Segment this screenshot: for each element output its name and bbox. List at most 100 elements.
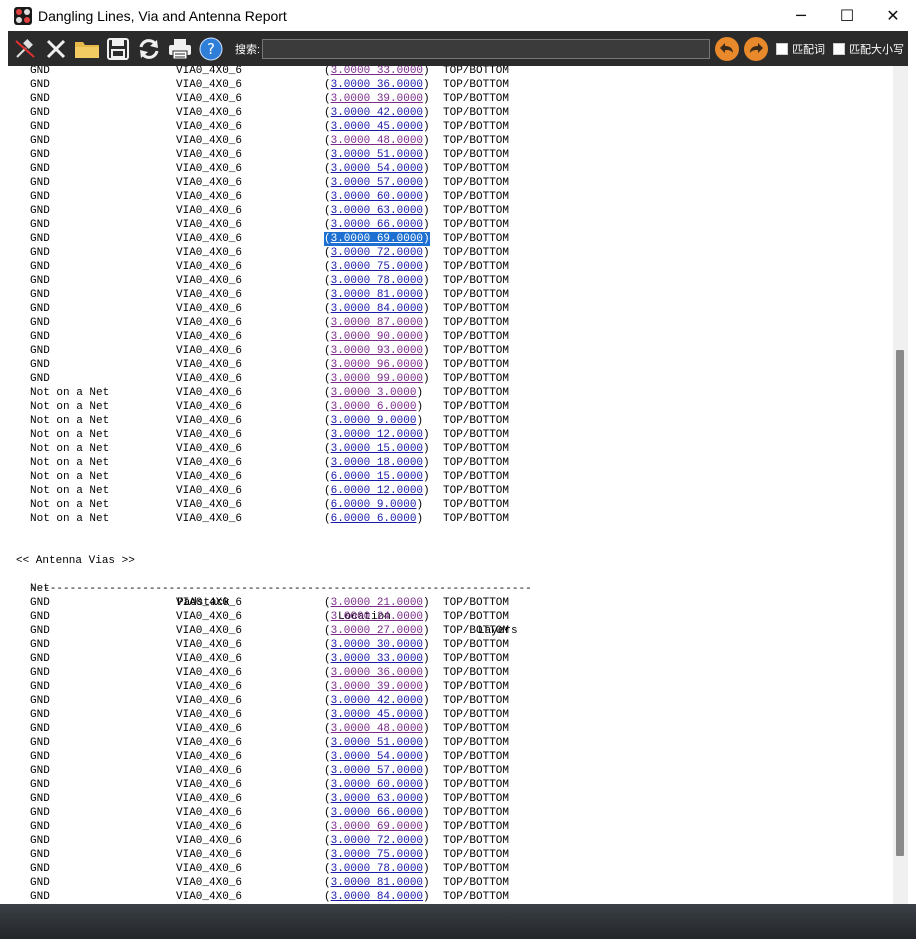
net-cell: GND (30, 849, 50, 861)
table-row: GND VIA0_4X0_6 (3.0000 57.0000) TOP/BOTTOM (8, 764, 893, 778)
minimize-button[interactable]: ─ (778, 0, 824, 31)
location-link[interactable]: 3.0000 66.0000 (331, 807, 423, 819)
location-link[interactable]: 3.0000 21.0000 (331, 597, 423, 609)
back-arrow-icon[interactable] (715, 36, 740, 61)
layers-cell: TOP/BOTTOM (443, 499, 510, 511)
location-cell: (3.0000 99.0000) (324, 373, 430, 385)
location-link[interactable]: 3.0000 45.0000 (331, 709, 423, 721)
layers-cell: TOP/BOTTOM (443, 485, 510, 497)
location-link[interactable]: 3.0000 15.0000 (331, 443, 423, 455)
location-link[interactable]: 3.0000 39.0000 (331, 93, 423, 105)
match-case-checkbox[interactable] (833, 42, 846, 55)
location-link[interactable]: 3.0000 72.0000 (331, 835, 423, 847)
location-link[interactable]: 3.0000 30.0000 (331, 639, 423, 651)
net-cell: GND (30, 877, 50, 889)
location-link[interactable]: 6.0000 15.0000 (331, 471, 423, 483)
location-link[interactable]: 3.0000 54.0000 (331, 751, 423, 763)
location-link[interactable]: 3.0000 18.0000 (331, 457, 423, 469)
table-row: GND VIA0_4X0_6 (3.0000 75.0000) TOP/BOTTOM (8, 848, 893, 862)
layers-cell: TOP/BOTTOM (443, 359, 510, 371)
location-link[interactable]: 3.0000 72.0000 (331, 247, 423, 259)
vertical-scrollbar[interactable] (893, 66, 908, 904)
location-link[interactable]: 3.0000 51.0000 (331, 737, 423, 749)
location-cell: (3.0000 30.0000) (324, 639, 430, 651)
scrollbar-thumb[interactable] (896, 350, 904, 856)
layers-cell: TOP/BOTTOM (443, 345, 510, 357)
table-row: GND VIA0_4X0_6 (3.0000 33.0000) TOP/BOTTOM (8, 66, 893, 78)
location-link[interactable]: 6.0000 12.0000 (331, 485, 423, 497)
location-link[interactable]: 3.0000 69.0000 (331, 821, 423, 833)
padstack-cell: VIA0_4X0_6 (176, 66, 243, 77)
table-row: GND VIA0_4X0_6 (3.0000 72.0000) TOP/BOTTOM (8, 834, 893, 848)
location-link[interactable]: 3.0000 3.0000 (331, 387, 417, 399)
location-link[interactable]: 3.0000 42.0000 (331, 107, 423, 119)
location-link[interactable]: 3.0000 81.0000 (331, 289, 423, 301)
location-link[interactable]: 3.0000 33.0000 (331, 653, 423, 665)
padstack-cell: VIA0_4X0_6 (176, 597, 243, 609)
location-link[interactable]: 3.0000 78.0000 (331, 863, 423, 875)
location-link[interactable]: 3.0000 48.0000 (331, 723, 423, 735)
close-button[interactable]: ✕ (870, 0, 916, 31)
location-link[interactable]: 3.0000 84.0000 (331, 303, 423, 315)
location-link[interactable]: 3.0000 63.0000 (331, 205, 423, 217)
location-link[interactable]: 3.0000 36.0000 (331, 79, 423, 91)
location-link[interactable]: 3.0000 27.0000 (331, 625, 423, 637)
save-icon[interactable] (104, 35, 132, 63)
location-link[interactable]: 3.0000 81.0000 (331, 877, 423, 889)
location-link[interactable]: 3.0000 66.0000 (331, 219, 423, 231)
match-case-label: 匹配大小写 (849, 43, 905, 56)
folder-icon[interactable] (73, 35, 101, 63)
location-link[interactable]: 3.0000 45.0000 (331, 121, 423, 133)
location-link[interactable]: 3.0000 96.0000 (331, 359, 423, 371)
match-word-label: 匹配词 (792, 43, 826, 56)
location-link[interactable]: 3.0000 36.0000 (331, 667, 423, 679)
location-link[interactable]: 3.0000 60.0000 (331, 191, 423, 203)
padstack-cell: VIA0_4X0_6 (176, 793, 243, 805)
location-link[interactable]: 3.0000 60.0000 (331, 779, 423, 791)
report-content[interactable]: GND VIA0_4X0_6 (3.0000 33.0000) TOP/BOTTOM G… (8, 66, 893, 904)
location-link[interactable]: 3.0000 69.0000 (331, 233, 423, 245)
pin-icon[interactable] (11, 35, 39, 63)
search-input[interactable] (262, 38, 711, 59)
location-link[interactable]: 3.0000 87.0000 (331, 317, 423, 329)
layers-cell: TOP/BOTTOM (443, 163, 510, 175)
location-cell: (3.0000 78.0000) (324, 863, 430, 875)
net-cell: GND (30, 135, 50, 147)
location-cell: (3.0000 21.0000) (324, 597, 430, 609)
net-cell: GND (30, 163, 50, 175)
layers-cell: TOP/BOTTOM (443, 471, 510, 483)
location-link[interactable]: 3.0000 12.0000 (331, 429, 423, 441)
location-link[interactable]: 3.0000 9.0000 (331, 415, 417, 427)
location-link[interactable]: 3.0000 54.0000 (331, 163, 423, 175)
location-link[interactable]: 3.0000 24.0000 (331, 611, 423, 623)
location-link[interactable]: 3.0000 99.0000 (331, 373, 423, 385)
match-word-checkbox[interactable] (776, 42, 789, 55)
location-link[interactable]: 3.0000 33.0000 (331, 66, 423, 77)
location-link[interactable]: 3.0000 84.0000 (331, 891, 423, 903)
help-icon[interactable]: ? (197, 35, 225, 63)
location-link[interactable]: 3.0000 78.0000 (331, 275, 423, 287)
close-report-icon[interactable] (42, 35, 70, 63)
refresh-icon[interactable] (135, 35, 163, 63)
location-link[interactable]: 6.0000 6.0000 (331, 513, 417, 525)
location-link[interactable]: 3.0000 42.0000 (331, 695, 423, 707)
location-link[interactable]: 3.0000 93.0000 (331, 345, 423, 357)
location-link[interactable]: 3.0000 39.0000 (331, 681, 423, 693)
title-bar[interactable]: Dangling Lines, Via and Antenna Report ─… (0, 0, 916, 31)
maximize-button[interactable]: ☐ (824, 0, 870, 31)
location-link[interactable]: 3.0000 57.0000 (331, 177, 423, 189)
location-link[interactable]: 3.0000 48.0000 (331, 135, 423, 147)
location-link[interactable]: 3.0000 6.0000 (331, 401, 417, 413)
location-cell: (3.0000 48.0000) (324, 723, 430, 735)
location-link[interactable]: 3.0000 63.0000 (331, 793, 423, 805)
forward-arrow-icon[interactable] (744, 36, 769, 61)
location-link[interactable]: 3.0000 75.0000 (331, 261, 423, 273)
location-link[interactable]: 6.0000 9.0000 (331, 499, 417, 511)
print-icon[interactable] (166, 35, 194, 63)
location-link[interactable]: 3.0000 51.0000 (331, 149, 423, 161)
net-cell: GND (30, 66, 50, 77)
location-link[interactable]: 3.0000 57.0000 (331, 765, 423, 777)
net-cell: GND (30, 289, 50, 301)
location-link[interactable]: 3.0000 75.0000 (331, 849, 423, 861)
location-link[interactable]: 3.0000 90.0000 (331, 331, 423, 343)
